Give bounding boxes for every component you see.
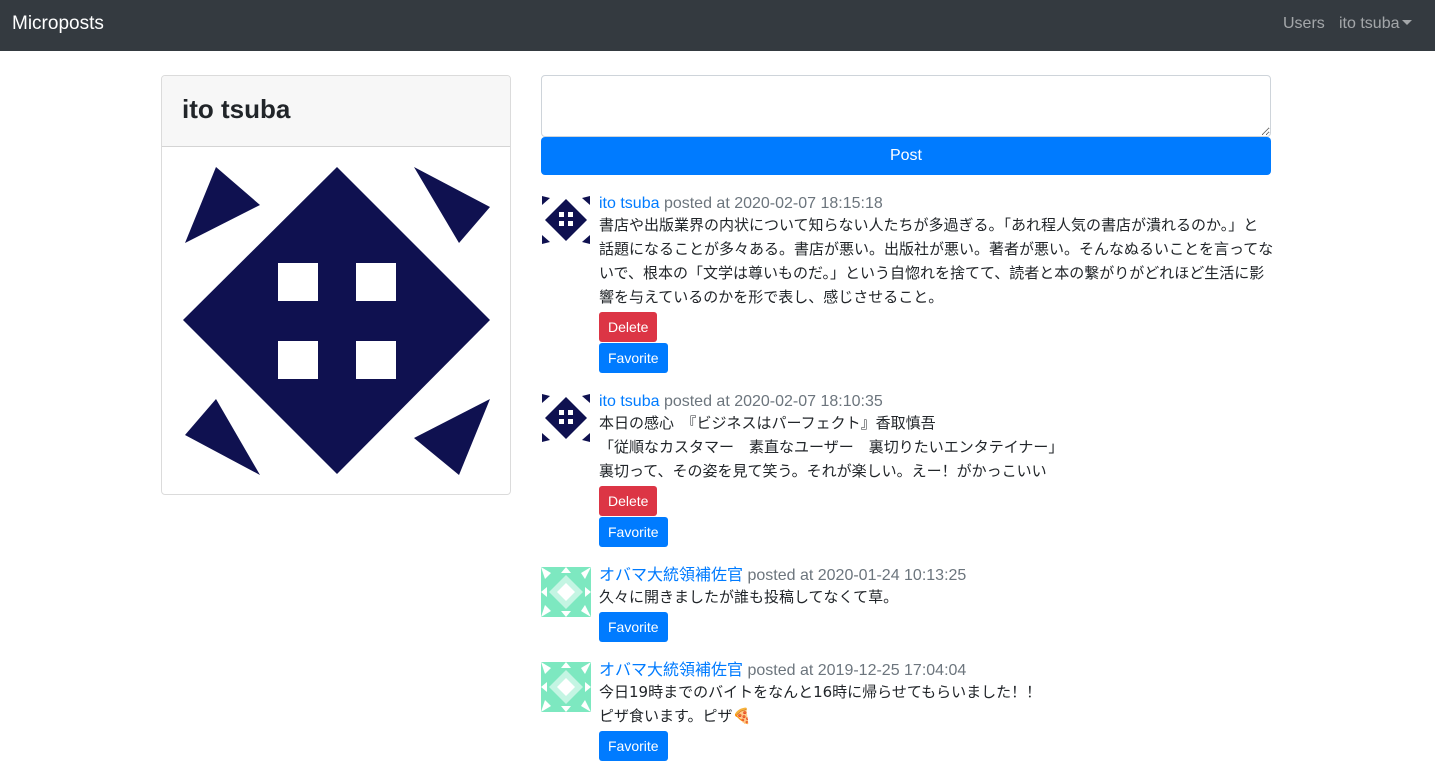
post-item: オバマ大統領補佐官 posted at 2019-12-25 17:04:04 … [541, 662, 1271, 762]
profile-card-header: ito tsuba [162, 76, 510, 147]
post-user-link[interactable]: オバマ大統領補佐官 [599, 567, 743, 584]
navbar: Microposts Users ito tsuba [0, 0, 1435, 51]
post-content-line: ピザ食います。ピザ🍕 [599, 707, 752, 725]
post-content-line: 書店や出版業界の内状について知らない人たちが多過ぎる。「あれ程人気の書店が潰れる… [599, 216, 1259, 234]
user-menu-label: ito tsuba [1339, 15, 1400, 32]
post-item: オバマ大統領補佐官 posted at 2020-01-24 10:13:25 … [541, 567, 1271, 647]
favorite-button[interactable]: Favorite [599, 612, 668, 642]
caret-down-icon [1402, 20, 1413, 25]
post-timestamp: posted at 2020-01-24 10:13:25 [747, 567, 967, 584]
post-content: 本日の感心 『ビジネスはパーフェクト』香取慎吾 「従順なカスタマー 素直なユーザ… [599, 411, 1271, 483]
post-meta: ito tsuba posted at 2020-02-07 18:10:35 [599, 393, 883, 411]
user-avatar-identicon [542, 196, 590, 244]
post-user-link[interactable]: オバマ大統領補佐官 [599, 662, 743, 679]
delete-button[interactable]: Delete [599, 486, 658, 516]
post-item: ito tsuba posted at 2020-02-07 18:10:35 … [541, 393, 1271, 553]
favorite-button[interactable]: Favorite [599, 343, 668, 373]
post-content-textarea[interactable] [541, 75, 1271, 137]
user-avatar-identicon [541, 662, 591, 712]
post-content: 久々に開きましたが誰も投稿してなくて草。 [599, 585, 1271, 609]
profile-card-body [162, 147, 510, 494]
profile-card: ito tsuba [161, 75, 511, 495]
post-content-line: 話題になることが多々ある。書店が悪い。出版社が悪い。著者が悪い。そんなぬるいこと… [599, 240, 1274, 258]
post-timestamp: posted at 2019-12-25 17:04:04 [747, 662, 967, 679]
post-user-link[interactable]: ito tsuba [599, 393, 659, 410]
post-meta: ito tsuba posted at 2020-02-07 18:15:18 [599, 195, 883, 213]
delete-button[interactable]: Delete [599, 312, 658, 342]
post-content-line: 本日の感心 『ビジネスはパーフェクト』香取慎吾 [599, 414, 936, 432]
post-content-line: 久々に開きましたが誰も投稿してなくて草。 [599, 588, 899, 606]
post-meta: オバマ大統領補佐官 posted at 2020-01-24 10:13:25 [599, 567, 966, 585]
brand-link[interactable]: Microposts [12, 12, 104, 36]
post-item: ito tsuba posted at 2020-02-07 18:15:18 … [541, 195, 1274, 375]
post-timestamp: posted at 2020-02-07 18:15:18 [663, 195, 883, 212]
profile-name: ito tsuba [182, 94, 291, 124]
post-content-line: 裏切って、その姿を見て笑う。それが楽しい。えー！がかっこいい [599, 462, 1047, 480]
post-content: 今日19時までのバイトをなんと16時に帰らせてもらいました！！ ピザ食います。ピ… [599, 680, 1271, 728]
user-avatar-identicon [542, 394, 590, 442]
profile-avatar-identicon [183, 167, 490, 475]
post-content-line: 「従順なカスタマー 素直なユーザー 裏切りたいエンタテイナー」 [599, 438, 1064, 456]
post-content: 書店や出版業界の内状について知らない人たちが多過ぎる。「あれ程人気の書店が潰れる… [599, 213, 1274, 309]
users-link[interactable]: Users [1283, 13, 1325, 35]
user-menu-dropdown[interactable]: ito tsuba [1339, 13, 1413, 35]
post-user-link[interactable]: ito tsuba [599, 195, 659, 212]
favorite-button[interactable]: Favorite [599, 517, 668, 547]
post-content-line: 今日19時までのバイトをなんと16時に帰らせてもらいました！！ [599, 683, 1042, 701]
post-button[interactable]: Post [541, 137, 1271, 175]
post-content-line: いで、根本の「文学は尊いものだ。」という自惚れを捨てて、読者と本の繋がりがどれほ… [599, 264, 1265, 282]
user-avatar-identicon [541, 567, 591, 617]
post-content-line: 響を与えているのかを形で表し、感じさせること。 [599, 288, 944, 306]
post-meta: オバマ大統領補佐官 posted at 2019-12-25 17:04:04 [599, 662, 966, 680]
favorite-button[interactable]: Favorite [599, 731, 668, 761]
post-timestamp: posted at 2020-02-07 18:10:35 [663, 393, 883, 410]
